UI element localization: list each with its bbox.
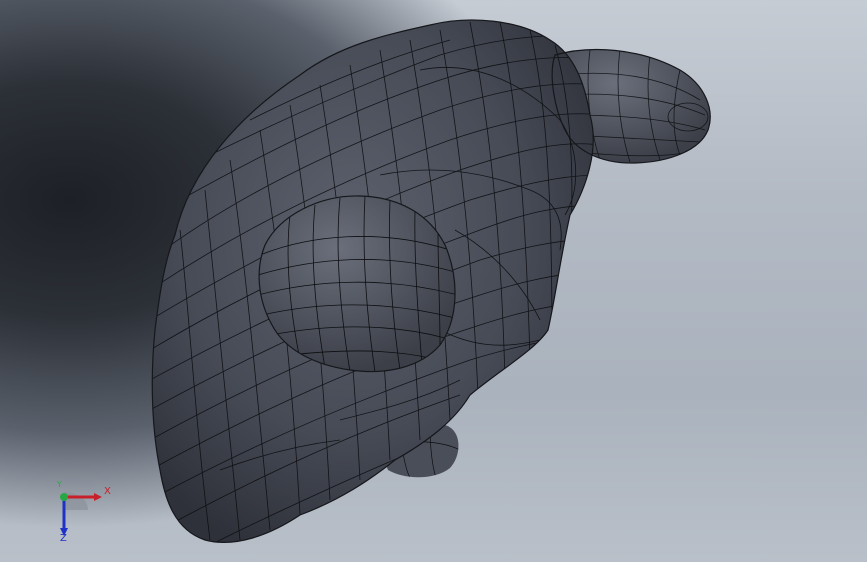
z-axis-label: Z <box>60 533 67 544</box>
y-axis-label: Y <box>57 480 62 489</box>
3d-mesh-model[interactable] <box>0 0 867 562</box>
graphics-viewport[interactable]: X Y Z <box>0 0 867 562</box>
x-axis-label: X <box>104 486 111 497</box>
coordinate-triad: X Y Z <box>48 480 118 552</box>
